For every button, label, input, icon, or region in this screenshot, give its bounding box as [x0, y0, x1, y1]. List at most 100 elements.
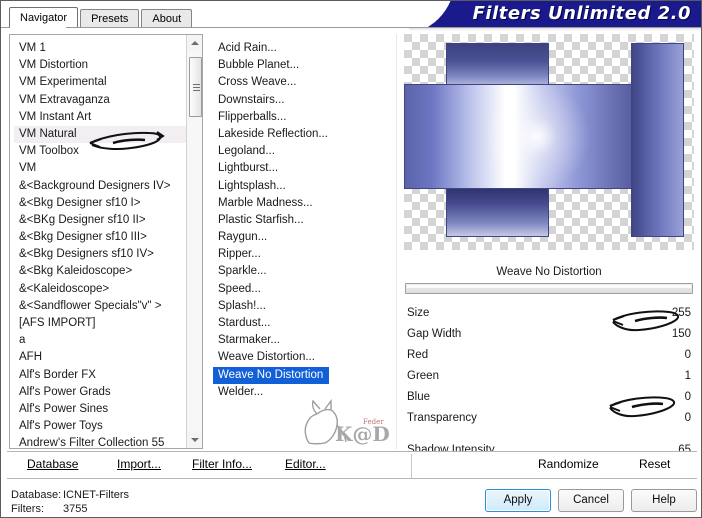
category-item[interactable]: Andrew's Filter Collection 55 — [14, 435, 186, 448]
parameter-slider-row[interactable]: Size 255 — [405, 303, 695, 324]
filter-row[interactable]: Lightsplash... — [213, 176, 396, 193]
parameter-label: Size — [407, 307, 430, 319]
apply-button[interactable]: Apply — [485, 489, 551, 512]
filter-row[interactable]: Starmaker... — [213, 330, 396, 347]
filter-row[interactable]: Stardust... — [213, 313, 396, 330]
category-item[interactable]: &<Bkg Kaleidoscope> — [14, 263, 186, 280]
filter-row[interactable]: Welder... — [213, 382, 396, 399]
category-item[interactable]: &<Bkg Designers sf10 IV> — [14, 246, 186, 263]
filter-row[interactable]: Cross Weave... — [213, 72, 396, 89]
tab-navigator[interactable]: Navigator — [9, 7, 79, 27]
filter-row[interactable]: Weave No Distortion — [213, 365, 396, 384]
filter-row[interactable]: Raygun... — [213, 227, 396, 244]
category-item[interactable]: Alf's Power Grads — [14, 384, 186, 401]
filter-row[interactable]: Plastic Starfish... — [213, 210, 396, 227]
category-item[interactable]: VM Experimental — [14, 74, 186, 91]
filter-item[interactable]: Lightsplash... — [213, 180, 286, 192]
filter-row[interactable]: Speed... — [213, 279, 396, 296]
scroll-down-button[interactable] — [187, 432, 202, 448]
category-item[interactable]: VM — [14, 160, 186, 177]
category-item[interactable]: VM 1 — [14, 40, 186, 57]
filter-item[interactable]: Speed... — [213, 283, 261, 295]
category-item[interactable]: VM Toolbox — [14, 143, 186, 160]
filter-item[interactable]: Plastic Starfish... — [213, 214, 304, 226]
parameter-slider-row[interactable]: Transparency 0 — [405, 408, 695, 429]
filter-row[interactable]: Legoland... — [213, 141, 396, 158]
category-item[interactable]: AFH — [14, 349, 186, 366]
parameter-slider-row[interactable]: Green 1 — [405, 366, 695, 387]
parameter-label: Transparency — [407, 412, 477, 424]
title-banner: Filters Unlimited 2.0 — [409, 1, 701, 27]
tab-about[interactable]: About — [141, 9, 193, 27]
tab-presets[interactable]: Presets — [80, 9, 140, 27]
filter-item[interactable]: Raygun... — [213, 231, 267, 243]
parameter-value: 0 — [684, 349, 691, 361]
filter-item[interactable]: Starmaker... — [213, 334, 280, 346]
filter-item[interactable]: Splash!... — [213, 300, 266, 312]
filter-item[interactable]: Acid Rain... — [213, 42, 277, 54]
filter-item[interactable]: Flipperballs... — [213, 111, 286, 123]
filter-info-button[interactable]: Filter Info... — [192, 457, 252, 471]
preview-weave-band-top — [446, 43, 549, 85]
filter-item[interactable]: Stardust... — [213, 317, 270, 329]
filter-item[interactable]: Weave Distortion... — [213, 351, 315, 363]
cancel-button[interactable]: Cancel — [558, 489, 624, 512]
editor-button[interactable]: Editor... — [285, 457, 326, 471]
category-item[interactable]: a — [14, 332, 186, 349]
preview-image[interactable] — [404, 34, 694, 250]
randomize-button[interactable]: Randomize — [538, 457, 599, 471]
filter-item[interactable]: Bubble Planet... — [213, 59, 299, 71]
filter-item[interactable]: Marble Madness... — [213, 197, 313, 209]
category-item[interactable]: &<Sandflower Specials"v" > — [14, 298, 186, 315]
category-scrollbar[interactable] — [186, 35, 202, 448]
filter-row[interactable]: Sparkle... — [213, 261, 396, 278]
filter-item[interactable]: Welder... — [213, 386, 263, 398]
filter-item[interactable]: Lakeside Reflection... — [213, 128, 328, 140]
filter-row[interactable]: Weave Distortion... — [213, 347, 396, 364]
parameter-label: Blue — [407, 391, 431, 403]
category-item[interactable]: &<BKg Designer sf10 II> — [14, 212, 186, 229]
category-item[interactable]: &<Bkg Designer sf10 III> — [14, 229, 186, 246]
category-item[interactable]: [AFS IMPORT] — [14, 315, 186, 332]
filter-row[interactable]: Bubble Planet... — [213, 55, 396, 72]
filter-item[interactable]: Downstairs... — [213, 94, 284, 106]
category-item[interactable]: Alf's Power Sines — [14, 401, 186, 418]
parameter-value: 255 — [671, 307, 691, 319]
category-item[interactable]: VM Instant Art — [14, 109, 186, 126]
category-item[interactable]: &<Background Designers IV> — [14, 178, 186, 195]
parameter-slider-row[interactable]: Gap Width 150 — [405, 324, 695, 345]
help-button[interactable]: Help — [631, 489, 697, 512]
category-item[interactable]: VM Distortion — [14, 57, 186, 74]
category-item[interactable]: Alf's Power Toys — [14, 418, 186, 435]
category-item[interactable]: VM Extravaganza — [14, 92, 186, 109]
preview-progress-fill — [407, 285, 691, 288]
filter-item[interactable]: Sparkle... — [213, 265, 267, 277]
filter-row[interactable]: Downstairs... — [213, 90, 396, 107]
filter-row[interactable]: Lightburst... — [213, 158, 396, 175]
filter-row[interactable]: Acid Rain... — [213, 38, 396, 55]
category-item[interactable]: Alf's Border FX — [14, 367, 186, 384]
scrollbar-thumb[interactable] — [189, 57, 202, 117]
filter-item[interactable]: Cross Weave... — [213, 76, 296, 88]
category-item[interactable]: VM Natural — [14, 125, 186, 144]
scroll-up-button[interactable] — [187, 35, 202, 51]
database-button[interactable]: Database — [27, 457, 78, 471]
filter-item[interactable]: Lightburst... — [213, 162, 278, 174]
import-button[interactable]: Import... — [117, 457, 161, 471]
filter-row[interactable]: Ripper... — [213, 244, 396, 261]
category-list[interactable]: VM 1 VM Distortion VM Experimental VM Extra… — [10, 35, 186, 448]
category-item[interactable]: &<Kaleidoscope> — [14, 281, 186, 298]
banner-curve-decoration — [409, 1, 455, 27]
filter-row[interactable]: Flipperballs... — [213, 107, 396, 124]
preview-progress-bar[interactable] — [405, 283, 693, 294]
filter-row[interactable]: Splash!... — [213, 296, 396, 313]
filter-row[interactable]: Marble Madness... — [213, 193, 396, 210]
parameter-slider-row[interactable]: Red 0 — [405, 345, 695, 366]
parameter-slider-row[interactable]: Blue 0 — [405, 387, 695, 408]
filter-list[interactable]: Acid Rain... Bubble Planet... Cross Weave.… — [209, 34, 396, 399]
filter-item[interactable]: Ripper... — [213, 248, 261, 260]
filter-row[interactable]: Lakeside Reflection... — [213, 124, 396, 141]
reset-button[interactable]: Reset — [639, 457, 670, 471]
filter-item[interactable]: Legoland... — [213, 145, 275, 157]
category-item[interactable]: &<Bkg Designer sf10 I> — [14, 195, 186, 212]
